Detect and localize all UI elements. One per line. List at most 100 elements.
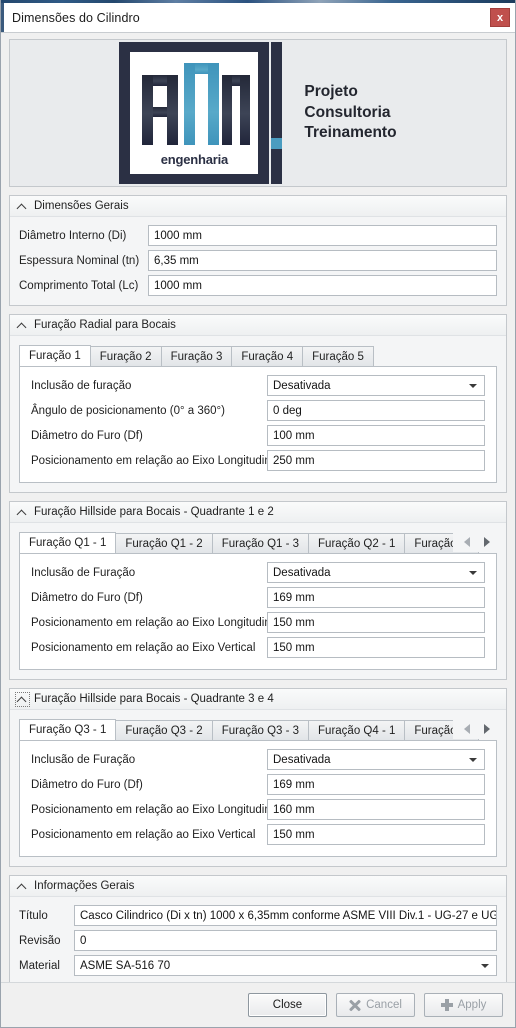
input-pos-vertical-q3[interactable]: 150 mm	[267, 824, 485, 845]
close-button[interactable]: Close	[248, 993, 327, 1017]
group-header-hillside-q3-q4[interactable]: Furação Hillside para Bocais - Quadrante…	[10, 689, 506, 710]
chevron-up-icon[interactable]	[15, 691, 30, 707]
select-inclusao-furacao-value: Desativada	[273, 379, 331, 392]
tab-furacao-q3-3[interactable]: Furação Q3 - 3	[211, 720, 310, 740]
label-pos-longitudinal-q1: Posicionamento em relação ao Eixo Longit…	[31, 616, 280, 629]
chevron-down-icon	[469, 570, 477, 575]
input-revisao[interactable]: 0	[74, 930, 497, 951]
window-left-edge	[1, 3, 4, 32]
group-body-furacao-radial: Furação 1 Furação 2 Furação 3 Furação 4 …	[10, 336, 506, 492]
group-dimensoes-gerais: Dimensões Gerais Diâmetro Interno (Di) 1…	[9, 195, 507, 306]
group-hillside-q3-q4: Furação Hillside para Bocais - Quadrante…	[9, 688, 507, 867]
field-row-pos-longitudinal-q3: Posicionamento em relação ao Eixo Longit…	[31, 799, 485, 820]
dialog-button-bar: Close Cancel Apply	[1, 982, 515, 1027]
tabpane-furacao-q1-1: Inclusão de Furação Desativada Diâmetro …	[19, 553, 497, 670]
tab-furacao-2[interactable]: Furação 2	[89, 346, 162, 366]
chevron-up-icon[interactable]	[16, 880, 29, 893]
field-row-pos-vertical-q3: Posicionamento em relação ao Eixo Vertic…	[31, 824, 485, 845]
tab-scroll-left-icon[interactable]	[457, 720, 477, 738]
field-row-comprimento-total: Comprimento Total (Lc) 1000 mm	[19, 275, 497, 296]
select-inclusao-furacao[interactable]: Desativada	[267, 375, 485, 396]
label-inclusao-furacao-q1: Inclusão de Furação	[31, 566, 136, 579]
group-header-informacoes-gerais[interactable]: Informações Gerais	[10, 876, 506, 897]
tab-furacao-4[interactable]: Furação 4	[231, 346, 304, 366]
tab-furacao-q1-2[interactable]: Furação Q1 - 2	[115, 533, 213, 553]
label-material: Material	[19, 959, 60, 972]
tab-furacao-q4-1[interactable]: Furação Q4 - 1	[308, 720, 406, 740]
select-inclusao-furacao-q1[interactable]: Desativada	[267, 562, 485, 583]
input-espessura-nominal[interactable]: 6,35 mm	[148, 250, 497, 271]
select-material-value: ASME SA-516 70	[80, 959, 171, 972]
field-row-titulo: Título Casco Cilindrico (Di x tn) 1000 x…	[19, 905, 497, 926]
tabstrip-hillside-q3-q4: Furação Q3 - 1 Furação Q3 - 2 Furação Q3…	[19, 718, 497, 741]
input-titulo[interactable]: Casco Cilindrico (Di x tn) 1000 x 6,35mm…	[74, 905, 497, 926]
chevron-up-icon[interactable]	[16, 506, 29, 519]
input-diametro-furo-q1[interactable]: 169 mm	[267, 587, 485, 608]
group-header-furacao-radial[interactable]: Furação Radial para Bocais	[10, 315, 506, 336]
chevron-up-icon[interactable]	[16, 200, 29, 213]
label-diametro-furo: Diâmetro do Furo (Df)	[31, 429, 143, 442]
tab-furacao-q1-1[interactable]: Furação Q1 - 1	[19, 532, 117, 553]
field-row-inclusao-furacao-q1: Inclusão de Furação Desativada	[31, 562, 485, 583]
chevron-down-icon	[469, 757, 477, 762]
tab-furacao-q1-3[interactable]: Furação Q1 - 3	[211, 533, 310, 553]
chevron-up-icon[interactable]	[16, 319, 29, 332]
field-row-pos-longitudinal: Posicionamento em relação ao Eixo Longit…	[31, 450, 485, 471]
chevron-down-icon	[469, 383, 477, 388]
select-inclusao-furacao-q3[interactable]: Desativada	[267, 749, 485, 770]
group-header-hillside-q1-q2[interactable]: Furação Hillside para Bocais - Quadrante…	[10, 502, 506, 523]
window-title: Dimensões do Cilindro	[12, 10, 140, 25]
logo-mark: engenharia	[119, 42, 270, 184]
label-diametro-interno: Diâmetro Interno (Di)	[19, 229, 127, 242]
anm-letters-icon	[142, 63, 251, 145]
field-row-pos-longitudinal-q1: Posicionamento em relação ao Eixo Longit…	[31, 612, 485, 633]
tab-furacao-3[interactable]: Furação 3	[160, 346, 233, 366]
logo-accent-bar	[271, 42, 283, 184]
input-comprimento-total[interactable]: 1000 mm	[148, 275, 497, 296]
tab-furacao-1[interactable]: Furação 1	[19, 345, 91, 366]
input-diametro-furo-q3[interactable]: 169 mm	[267, 774, 485, 795]
select-material[interactable]: ASME SA-516 70	[74, 955, 497, 976]
tab-scroll-left-icon[interactable]	[457, 533, 477, 551]
input-diametro-furo[interactable]: 100 mm	[267, 425, 485, 446]
title-bar: Dimensões do Cilindro x	[1, 3, 515, 33]
input-pos-longitudinal[interactable]: 250 mm	[267, 450, 485, 471]
label-comprimento-total: Comprimento Total (Lc)	[19, 279, 139, 292]
tabstrip-furacao-radial: Furação 1 Furação 2 Furação 3 Furação 4 …	[19, 344, 497, 367]
logo: engenharia Projeto Consultoria Treinamen…	[119, 42, 397, 184]
label-diametro-furo-q1: Diâmetro do Furo (Df)	[31, 591, 143, 604]
logo-mark-inner: engenharia	[130, 52, 259, 174]
label-diametro-furo-q3: Diâmetro do Furo (Df)	[31, 778, 143, 791]
field-row-espessura-nominal: Espessura Nominal (tn) 6,35 mm	[19, 250, 497, 271]
tab-furacao-q3-2[interactable]: Furação Q3 - 2	[115, 720, 213, 740]
tabstrip-hillside-q1-q2: Furação Q1 - 1 Furação Q1 - 2 Furação Q1…	[19, 531, 497, 554]
input-pos-longitudinal-q3[interactable]: 160 mm	[267, 799, 485, 820]
group-title-informacoes-gerais: Informações Gerais	[34, 880, 135, 892]
group-title-dimensoes-gerais: Dimensões Gerais	[34, 200, 129, 212]
label-angulo-posicionamento: Ângulo de posicionamento (0° a 360°)	[31, 404, 225, 417]
field-row-material: Material ASME SA-516 70	[19, 955, 497, 976]
chevron-down-icon	[481, 963, 489, 968]
logo-tagline-line-1: Projeto	[304, 83, 358, 101]
group-furacao-radial: Furação Radial para Bocais Furação 1 Fur…	[9, 314, 507, 493]
tab-scroll-right-icon[interactable]	[477, 533, 497, 551]
tab-scroll-right-icon[interactable]	[477, 720, 497, 738]
close-icon[interactable]: x	[490, 8, 510, 27]
tabpane-furacao-q3-1: Inclusão de Furação Desativada Diâmetro …	[19, 740, 497, 857]
tab-furacao-q3-1[interactable]: Furação Q3 - 1	[19, 719, 117, 740]
group-header-dimensoes-gerais[interactable]: Dimensões Gerais	[10, 196, 506, 217]
tabpane-furacao-1: Inclusão de furação Desativada Ângulo de…	[19, 366, 497, 483]
group-body-informacoes-gerais: Título Casco Cilindrico (Di x tn) 1000 x…	[10, 897, 506, 982]
field-row-diametro-furo-q3: Diâmetro do Furo (Df) 169 mm	[31, 774, 485, 795]
group-body-dimensoes-gerais: Diâmetro Interno (Di) 1000 mm Espessura …	[10, 217, 506, 305]
field-row-diametro-furo-q1: Diâmetro do Furo (Df) 169 mm	[31, 587, 485, 608]
tab-furacao-q2-1[interactable]: Furação Q2 - 1	[308, 533, 406, 553]
input-pos-longitudinal-q1[interactable]: 150 mm	[267, 612, 485, 633]
cancel-button: Cancel	[336, 993, 415, 1017]
input-pos-vertical-q1[interactable]: 150 mm	[267, 637, 485, 658]
input-diametro-interno[interactable]: 1000 mm	[148, 225, 497, 246]
tab-furacao-5[interactable]: Furação 5	[302, 346, 374, 366]
input-angulo-posicionamento[interactable]: 0 deg	[267, 400, 485, 421]
group-title-furacao-radial: Furação Radial para Bocais	[34, 319, 176, 331]
label-inclusao-furacao: Inclusão de furação	[31, 379, 132, 392]
